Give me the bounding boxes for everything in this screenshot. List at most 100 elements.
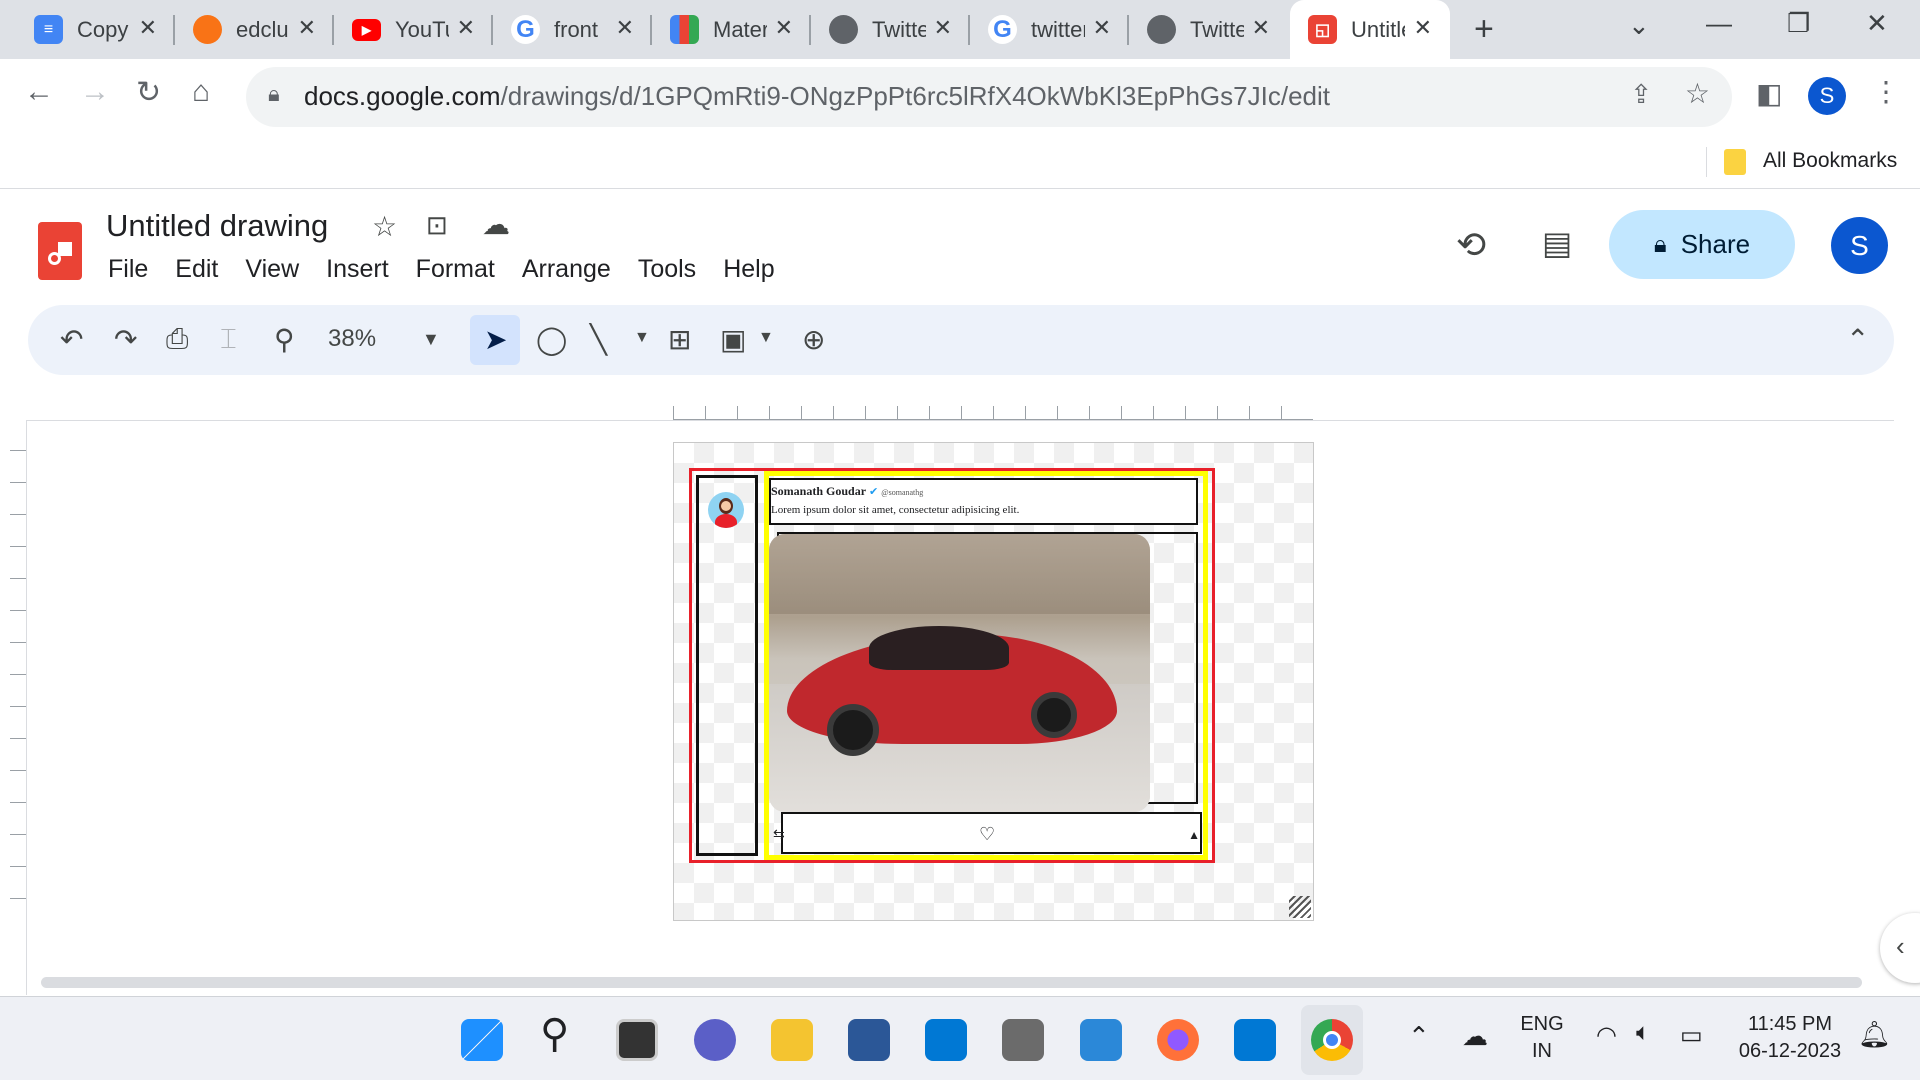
zoom-level[interactable]: 38%	[328, 325, 376, 353]
menu-tools[interactable]: Tools	[638, 255, 696, 284]
close-icon[interactable]: ✕	[934, 15, 952, 41]
image-dropdown-icon[interactable]: ▼	[758, 329, 774, 347]
avatar-column[interactable]	[696, 475, 758, 856]
retweet-icon[interactable]: ⇆	[773, 826, 785, 843]
paint-format-icon[interactable]: ⌶	[220, 323, 237, 356]
vscode-icon[interactable]	[1234, 1019, 1276, 1061]
clock[interactable]: 11:45 PM 06-12-2023	[1730, 1013, 1850, 1063]
tweet-content-frame[interactable]: Somanath Goudar ✔︎ @somanathg Lorem ipsu…	[764, 471, 1208, 860]
close-icon[interactable]: ✕	[139, 15, 157, 41]
tab-twitter-2[interactable]: Twitter ✕	[1129, 0, 1288, 59]
onedrive-icon[interactable]: ☁︎	[1462, 1021, 1488, 1052]
menu-format[interactable]: Format	[416, 255, 495, 284]
close-icon[interactable]: ✕	[298, 15, 316, 41]
minimize-button[interactable]: —	[1706, 8, 1732, 39]
close-icon[interactable]: ✕	[1093, 15, 1111, 41]
version-history-icon[interactable]: ⟲	[1456, 224, 1486, 266]
tab-google-twitter[interactable]: G twitter ✕	[970, 0, 1129, 59]
close-icon[interactable]: ✕	[1414, 15, 1432, 41]
tweet-header-box[interactable]: Somanath Goudar ✔︎ @somanathg Lorem ipsu…	[769, 478, 1198, 525]
car-photo[interactable]	[769, 534, 1150, 812]
tab-google-front[interactable]: G front ✕	[493, 0, 652, 59]
notepad-icon[interactable]	[1080, 1019, 1122, 1061]
add-comment-icon[interactable]: ⊕	[802, 323, 825, 356]
wifi-icon[interactable]: ◠	[1596, 1021, 1617, 1050]
text-box-icon[interactable]: ⊞	[668, 323, 691, 356]
calculator-icon[interactable]	[1002, 1019, 1044, 1061]
menu-file[interactable]: File	[108, 255, 148, 284]
chevron-up-icon[interactable]: ⌃	[1408, 1021, 1430, 1052]
menu-insert[interactable]: Insert	[326, 255, 389, 284]
input-language[interactable]: ENG IN	[1510, 1013, 1574, 1063]
like-heart-icon[interactable]: ♡	[979, 824, 995, 845]
profile-avatar[interactable]: S	[1808, 77, 1846, 115]
document-title[interactable]: Untitled drawing	[106, 208, 328, 244]
share-button[interactable]: 🔒︎ Share	[1609, 210, 1795, 279]
chrome-menu-icon[interactable]: ⋮	[1872, 75, 1900, 108]
menu-help[interactable]: Help	[723, 255, 774, 284]
redo-icon[interactable]: ↷	[114, 323, 137, 356]
collapse-toolbar-icon[interactable]: ⌃	[1846, 323, 1869, 356]
drawings-logo-icon[interactable]	[38, 222, 82, 280]
windows-start-icon[interactable]	[461, 1019, 503, 1061]
battery-icon[interactable]: ▭	[1680, 1021, 1703, 1050]
mail-icon[interactable]	[925, 1019, 967, 1061]
account-avatar[interactable]: S	[1831, 217, 1888, 274]
volume-icon[interactable]: 🔈︎	[1636, 1019, 1650, 1047]
drawing-canvas[interactable]: Somanath Goudar ✔︎ @somanathg Lorem ipsu…	[673, 442, 1314, 921]
tweet-card-outline[interactable]: Somanath Goudar ✔︎ @somanathg Lorem ipsu…	[689, 468, 1215, 863]
shape-icon[interactable]: ◯	[536, 323, 567, 356]
move-folder-icon[interactable]: ⊡	[426, 210, 448, 241]
tab-untitled-drawing[interactable]: ◱ Untitled ✕	[1290, 0, 1450, 59]
menu-arrange[interactable]: Arrange	[522, 255, 611, 284]
horizontal-scrollbar[interactable]	[41, 977, 1862, 988]
tab-edclub[interactable]: edclub ✕	[175, 0, 334, 59]
line-dropdown-icon[interactable]: ▼	[634, 329, 650, 347]
new-tab-button[interactable]: +	[1474, 10, 1494, 49]
task-view-icon[interactable]	[616, 1019, 658, 1061]
menu-view[interactable]: View	[245, 255, 299, 284]
microsoft-store-icon[interactable]	[848, 1019, 890, 1061]
zoom-dropdown-icon[interactable]: ▼	[422, 329, 440, 350]
menu-edit[interactable]: Edit	[175, 255, 218, 284]
zoom-icon[interactable]: ⚲	[274, 323, 295, 356]
tab-material[interactable]: Material ✕	[652, 0, 811, 59]
forward-button[interactable]: →	[80, 75, 110, 109]
firefox-icon[interactable]	[1157, 1019, 1199, 1061]
canvas-resize-handle[interactable]	[1289, 896, 1311, 918]
tweet-actions-bar[interactable]: ♡ ⇆ ▲	[773, 812, 1202, 854]
home-button[interactable]: ⌂	[192, 75, 210, 109]
tab-youtube[interactable]: ▶ YouTube ✕	[334, 0, 493, 59]
bookmark-star-icon[interactable]: ☆	[1685, 77, 1710, 110]
address-bar[interactable]: 🔒︎ docs.google.com/drawings/d/1GPQmRti9-…	[246, 67, 1732, 127]
file-explorer-icon[interactable]	[771, 1019, 813, 1061]
comments-icon[interactable]: ▤	[1542, 224, 1572, 262]
back-button[interactable]: ←	[24, 75, 54, 109]
tab-twitter-1[interactable]: Twitter ✕	[811, 0, 970, 59]
close-icon[interactable]: ✕	[457, 15, 475, 41]
tab-docs[interactable]: ≡ Copy ✕	[16, 0, 175, 59]
folder-icon	[1724, 149, 1746, 175]
close-icon[interactable]: ✕	[616, 15, 634, 41]
undo-icon[interactable]: ↶	[60, 323, 83, 356]
chrome-taskbar-button[interactable]	[1301, 1005, 1363, 1075]
reload-button[interactable]: ↻	[136, 75, 161, 110]
close-icon[interactable]: ✕	[775, 15, 793, 41]
teams-chat-icon[interactable]	[694, 1019, 736, 1061]
window-close-button[interactable]: ✕	[1866, 8, 1888, 39]
all-bookmarks-link[interactable]: All Bookmarks	[1763, 149, 1897, 173]
share-tweet-icon[interactable]: ▲	[1188, 828, 1200, 842]
image-icon[interactable]: ▣	[720, 323, 746, 356]
restore-button[interactable]: ❐	[1787, 8, 1810, 39]
tab-search-button[interactable]: ⌄	[1628, 10, 1650, 41]
print-icon[interactable]: ⎙	[166, 323, 188, 356]
select-tool-button[interactable]: ➤	[470, 315, 520, 365]
cloud-status-icon[interactable]: ☁︎	[482, 208, 510, 241]
close-icon[interactable]: ✕	[1252, 15, 1270, 41]
notification-bell-icon[interactable]: 🔔︎	[1858, 1019, 1891, 1050]
search-icon[interactable]: ⚲	[540, 1011, 569, 1057]
side-panel-icon[interactable]: ◧	[1756, 77, 1782, 110]
star-icon[interactable]: ☆	[372, 210, 397, 243]
share-page-icon[interactable]: ⇪	[1630, 79, 1652, 110]
line-icon[interactable]: ╲	[590, 323, 607, 356]
